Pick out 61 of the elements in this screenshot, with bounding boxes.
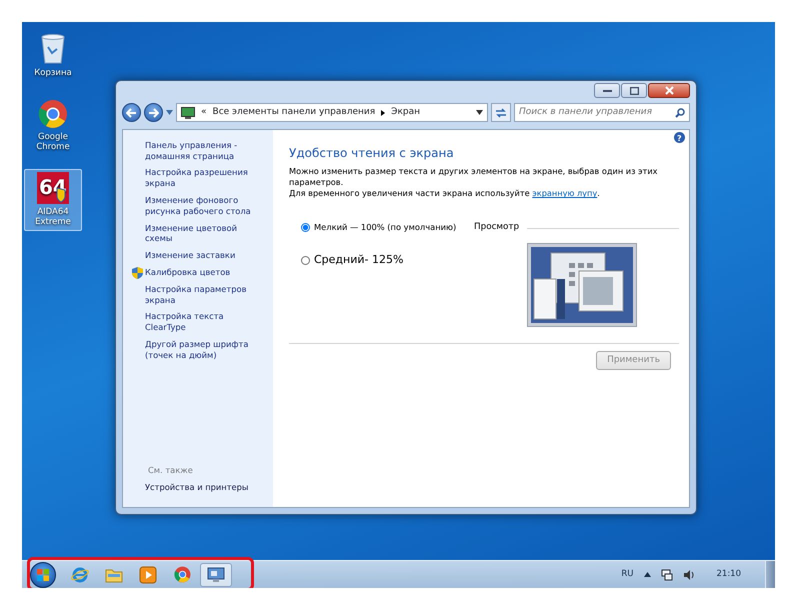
- refresh-button[interactable]: [491, 103, 511, 122]
- page-heading: Удобство чтения с экрана: [289, 146, 455, 160]
- language-indicator[interactable]: RU: [621, 568, 634, 581]
- monitor-icon: [181, 106, 195, 119]
- size-option[interactable]: Средний- 125%: [301, 252, 474, 268]
- show-desktop-button[interactable]: [765, 560, 775, 588]
- sidebar-link[interactable]: Настройка параметров экрана: [131, 284, 265, 306]
- help-icon[interactable]: ?: [674, 132, 685, 143]
- breadcrumb-item[interactable]: Экран: [391, 106, 420, 120]
- forward-arrow-icon: [148, 108, 159, 118]
- chrome-icon: [38, 98, 68, 129]
- minimize-icon: [602, 88, 612, 92]
- refresh-icon: [495, 108, 507, 118]
- media-player-icon: [139, 566, 157, 584]
- sidebar-link[interactable]: Настройка разрешения экрана: [131, 167, 265, 190]
- chrome-icon: [174, 566, 190, 583]
- taskbar-button[interactable]: [200, 562, 232, 586]
- magnifier-link[interactable]: экранную лупу: [532, 188, 598, 198]
- windows-logo-icon: [36, 568, 50, 582]
- sidebar-link[interactable]: Настройка текста ClearType: [131, 311, 265, 333]
- radio-button[interactable]: [301, 223, 310, 232]
- close-icon: [664, 86, 674, 95]
- start-button[interactable]: [30, 562, 56, 588]
- address-bar[interactable]: « Все элементы панели управления Экран: [176, 103, 488, 122]
- internet-explorer-icon: [71, 566, 89, 584]
- sidebar-link[interactable]: Устройства и принтеры: [131, 482, 265, 493]
- monitor-icon: [207, 566, 225, 582]
- history-dropdown-icon[interactable]: [166, 110, 173, 116]
- search-icon: [675, 108, 685, 118]
- sidebar-link[interactable]: Изменение заставки: [131, 250, 265, 261]
- back-button[interactable]: [122, 103, 141, 122]
- recycle-bin-icon: [39, 33, 67, 65]
- desktop-shortcut[interactable]: Google Chrome: [24, 96, 82, 156]
- description-text: Можно изменить размер текста и других элементов на экране, выбрав один из этих параметров. Для временного увеличения части экрана используйте экранную лупу.: [289, 166, 658, 200]
- forward-button[interactable]: [144, 103, 163, 122]
- dropdown-icon[interactable]: [476, 110, 483, 116]
- sidebar-link[interactable]: Другой размер шрифта (точек на дюйм): [131, 338, 265, 360]
- volume-icon[interactable]: [682, 568, 694, 580]
- maximize-button[interactable]: [621, 83, 647, 98]
- maximize-icon: [630, 86, 638, 94]
- close-button[interactable]: [648, 83, 690, 98]
- breadcrumb-item[interactable]: Все элементы панели управления: [212, 106, 376, 120]
- folder-icon: [105, 566, 123, 582]
- network-icon[interactable]: [660, 568, 672, 580]
- radio-button[interactable]: [301, 256, 310, 265]
- minimize-button[interactable]: [594, 83, 620, 98]
- back-arrow-icon: [126, 108, 137, 118]
- preview-label: Просмотр: [474, 221, 520, 234]
- sidebar-link[interactable]: Панель управления - домашняя страница: [131, 140, 265, 162]
- sidebar-link[interactable]: Калибровка цветов: [131, 266, 265, 278]
- sidebar-link[interactable]: Изменение фонового рисунка рабочего стола: [131, 195, 265, 217]
- see-also-heading: См. также: [148, 465, 194, 476]
- desktop-shortcut[interactable]: Корзина: [24, 30, 82, 82]
- shield-icon: [132, 266, 143, 279]
- sidebar-link[interactable]: Изменение цветовой схемы: [131, 222, 265, 244]
- show-hidden-icons[interactable]: [644, 572, 650, 577]
- clock[interactable]: 21:10: [716, 568, 741, 581]
- breadcrumb-arrow-icon: [381, 110, 386, 116]
- search-field[interactable]: Поиск в панели управления: [514, 103, 690, 122]
- breadcrumb-overflow[interactable]: «: [201, 106, 207, 120]
- size-option[interactable]: Мелкий — 100% (по умолчанию): [301, 221, 474, 234]
